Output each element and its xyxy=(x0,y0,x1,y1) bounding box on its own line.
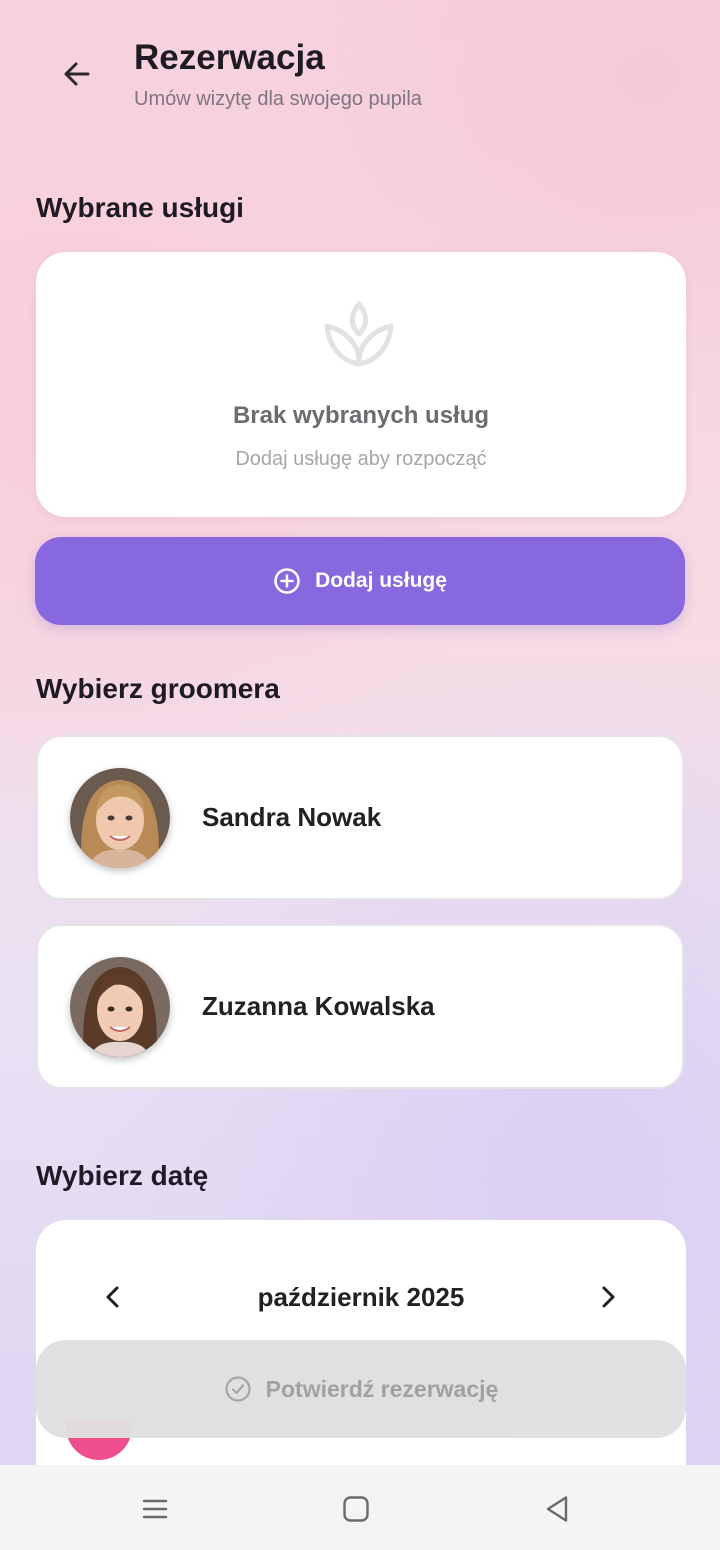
leaf-icon xyxy=(324,301,394,367)
services-card: Brak wybranych usług Dodaj usługę aby ro… xyxy=(36,252,686,517)
services-section-title: Wybrane usługi xyxy=(36,192,244,223)
menu-icon xyxy=(142,1499,168,1519)
calendar-month-label: październik 2025 xyxy=(257,1282,465,1312)
groomer-section-title: Wybierz groomera xyxy=(36,673,280,704)
groomer-name: Zuzanna Kowalska xyxy=(202,991,435,1021)
system-navigation-bar xyxy=(0,1465,720,1550)
date-section-title: Wybierz datę xyxy=(36,1160,209,1191)
avatar xyxy=(70,767,170,868)
page-title: Rezerwacja xyxy=(134,38,325,77)
empty-services-subtitle: Dodaj usługę aby rozpocząć xyxy=(235,448,487,470)
groomer-card-zuzanna[interactable]: Zuzanna Kowalska xyxy=(36,924,684,1089)
groomer-name: Sandra Nowak xyxy=(202,802,382,832)
home-button[interactable] xyxy=(334,1487,378,1531)
chevron-right-icon xyxy=(602,1286,615,1308)
add-service-label: Dodaj usługę xyxy=(315,569,447,592)
next-month-button[interactable] xyxy=(591,1280,625,1314)
check-circle-icon xyxy=(225,1376,251,1402)
back-button[interactable] xyxy=(52,52,102,96)
avatar xyxy=(70,956,170,1057)
empty-services-title: Brak wybranych usług xyxy=(232,402,490,429)
add-service-button[interactable]: Dodaj usługę xyxy=(35,537,685,625)
confirm-reservation-button[interactable]: Potwierdź rezerwację xyxy=(36,1340,686,1438)
page-subtitle: Umów wizytę dla swojego pupila xyxy=(134,88,422,110)
back-triangle-icon xyxy=(546,1496,568,1522)
confirm-reservation-label: Potwierdź rezerwację xyxy=(265,1375,499,1402)
home-icon xyxy=(343,1496,369,1522)
recent-apps-button[interactable] xyxy=(133,1487,177,1531)
arrow-left-icon xyxy=(64,62,90,86)
system-back-button[interactable] xyxy=(535,1487,579,1531)
plus-circle-icon xyxy=(274,568,300,594)
groomer-card-sandra[interactable]: Sandra Nowak xyxy=(36,735,684,900)
